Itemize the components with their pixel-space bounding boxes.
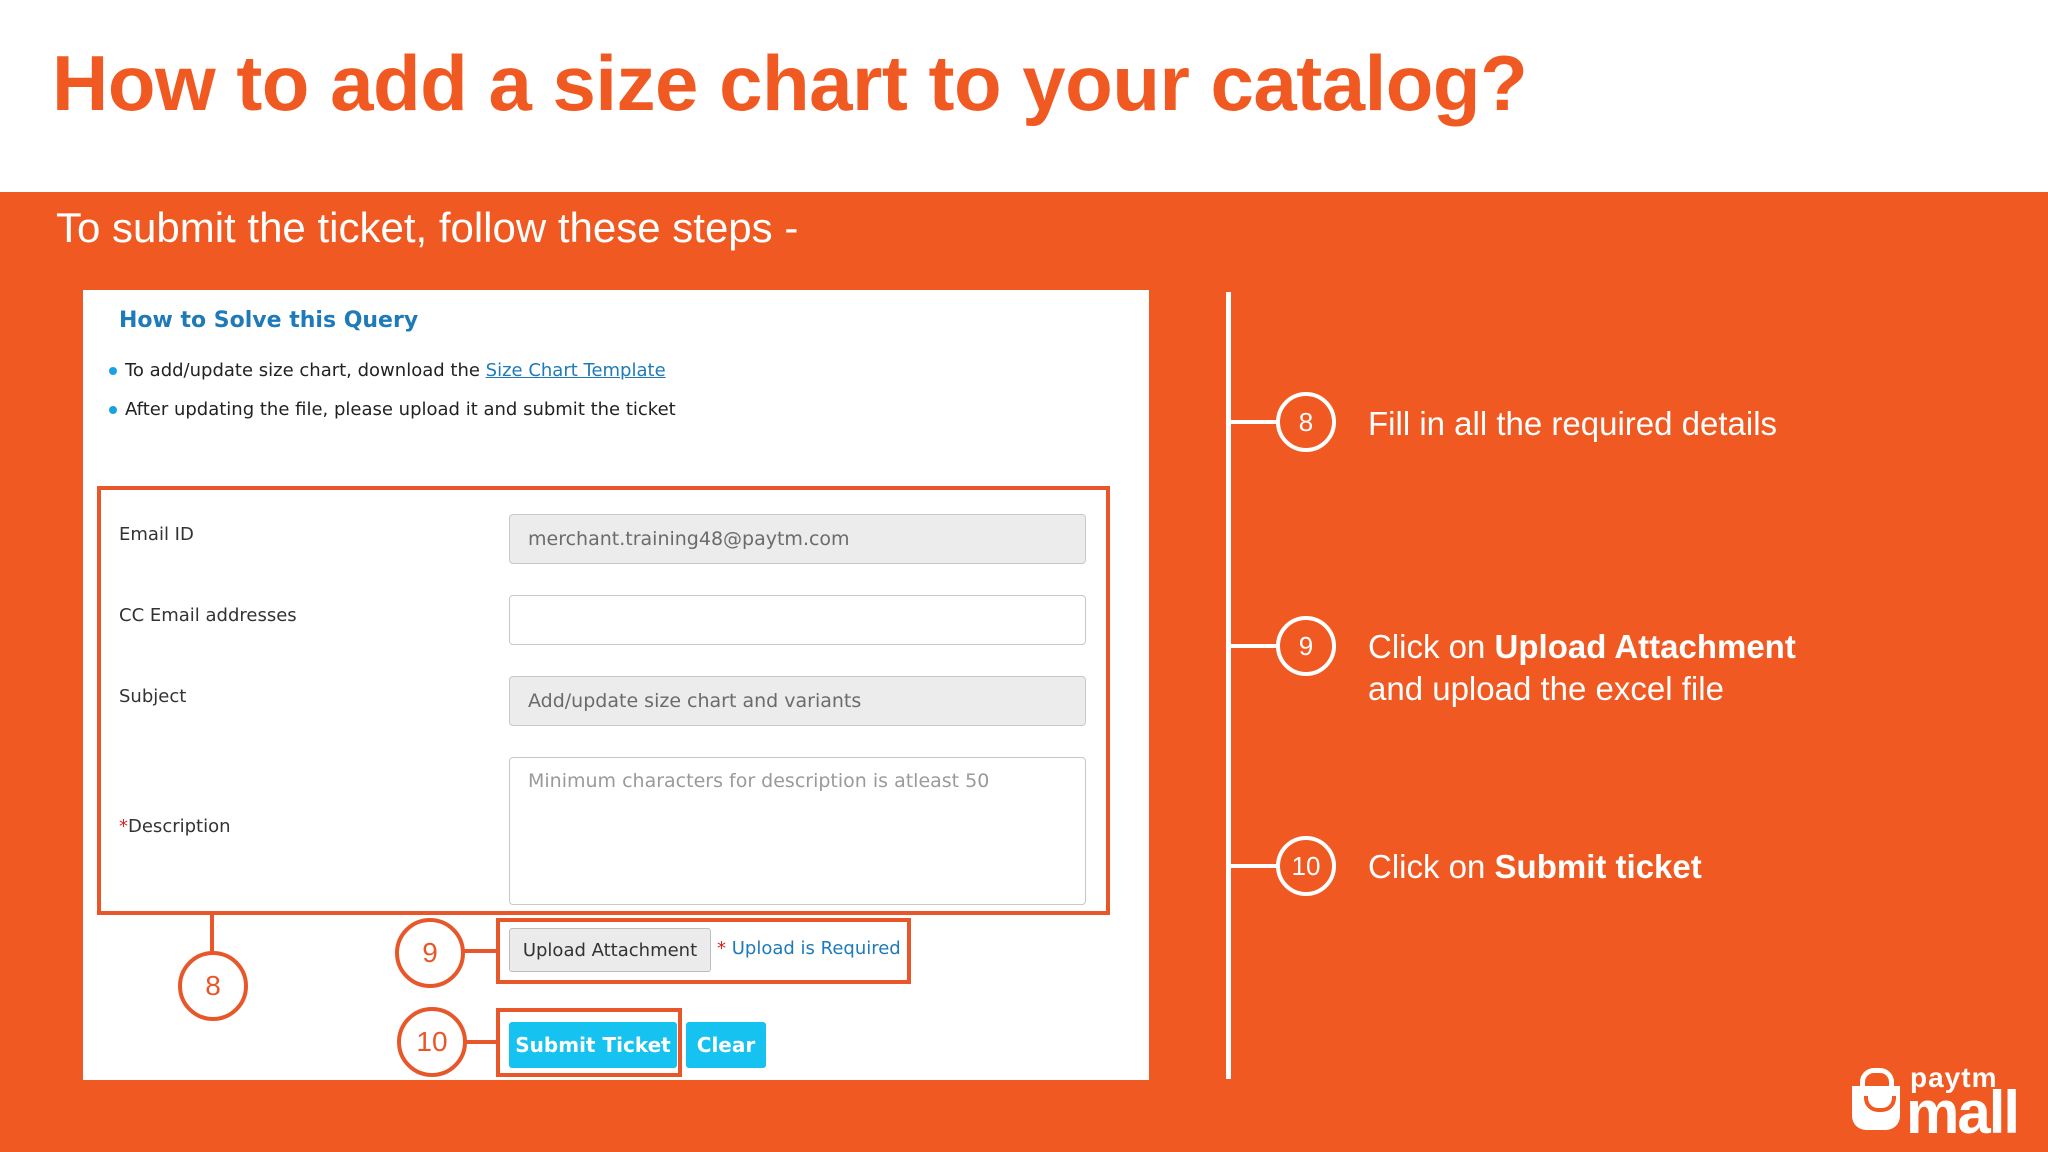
size-chart-template-link[interactable]: Size Chart Template [486, 360, 666, 381]
step-10-text: Click on Submit ticket [1368, 846, 1702, 888]
step-8-connector [1230, 420, 1278, 424]
bullet-dot-icon [109, 406, 117, 414]
bag-smile-shape [1864, 1096, 1896, 1112]
bullet-dot-icon [109, 367, 117, 375]
step-10-circle: 10 [1276, 836, 1336, 896]
steps-timeline-line [1226, 292, 1231, 1079]
step-9-line2: and upload the excel file [1368, 670, 1724, 707]
step-9-text: Click on Upload Attachment and upload the… [1368, 626, 1796, 710]
step-9-circle: 9 [1276, 616, 1336, 676]
submit-highlight [496, 1008, 682, 1077]
step-10-bold: Submit ticket [1494, 848, 1702, 885]
form-fields-highlight [97, 486, 1110, 915]
callout-9-connector [462, 949, 496, 953]
paytm-mall-logo: paytm mall [1852, 1062, 2032, 1146]
clear-button[interactable]: Clear [686, 1022, 766, 1068]
step-9-bold: Upload Attachment [1494, 628, 1796, 665]
instruction-bullet-2: After updating the file, please upload i… [109, 399, 676, 420]
callout-9-circle: 9 [395, 918, 465, 988]
step-10-prefix: Click on [1368, 848, 1495, 885]
step-9-connector [1230, 644, 1278, 648]
bullet-1-text: To add/update size chart, download the [125, 360, 486, 381]
slide-subtitle: To submit the ticket, follow these steps… [56, 204, 799, 251]
callout-10-circle: 10 [397, 1007, 467, 1077]
query-title: How to Solve this Query [119, 308, 419, 333]
title-bar: How to add a size chart to your catalog? [0, 0, 2048, 192]
bullet-2-text: After updating the file, please upload i… [125, 399, 676, 420]
step-9-prefix: Click on [1368, 628, 1495, 665]
callout-8-circle: 8 [178, 951, 248, 1021]
step-8-text: Fill in all the required details [1368, 405, 1778, 442]
step-10-connector [1230, 864, 1278, 868]
step-8-circle: 8 [1276, 392, 1336, 452]
upload-highlight [496, 918, 911, 984]
callout-10-connector [464, 1040, 496, 1044]
instruction-bullet-1: To add/update size chart, download the S… [109, 360, 666, 381]
logo-mall-text: mall [1906, 1079, 2020, 1146]
slide-title: How to add a size chart to your catalog? [52, 39, 1528, 127]
bag-handle-shape [1860, 1068, 1894, 1095]
